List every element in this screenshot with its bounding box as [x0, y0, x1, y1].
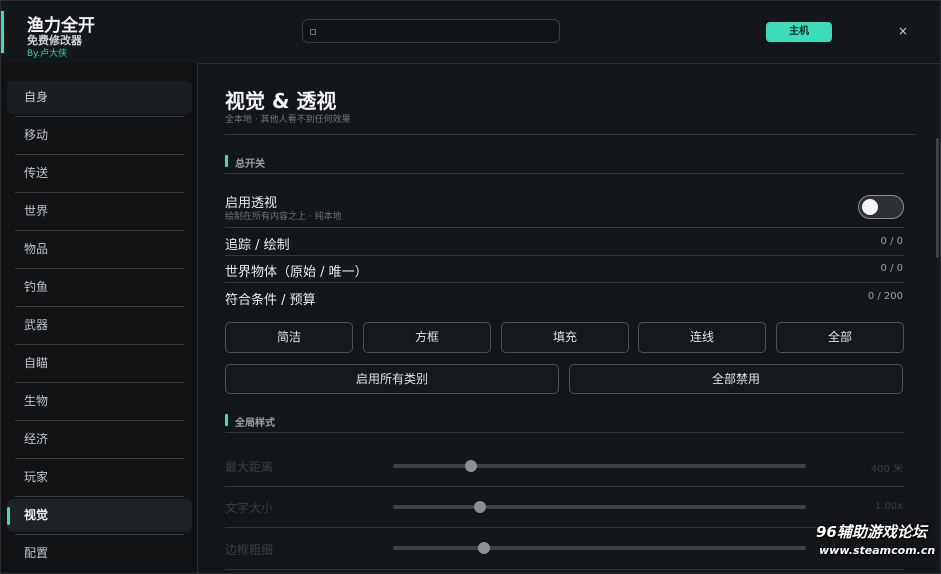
sidebar-item-items[interactable]: 物品: [7, 233, 192, 266]
preset-box-button[interactable]: 方框: [363, 322, 491, 353]
watermark-title: 96辅助游戏论坛: [816, 523, 927, 541]
section-divider: [225, 432, 904, 433]
stat-label: 世界物体（原始 / 唯一）: [225, 265, 368, 280]
sidebar-divider: [15, 458, 184, 459]
close-icon[interactable]: ×: [895, 22, 911, 40]
search-box[interactable]: [302, 19, 560, 43]
stat-value: 0 / 200: [867, 291, 903, 302]
slider-track[interactable]: [393, 542, 806, 554]
sidebar-divider: [15, 192, 184, 193]
esp-enable-hint: 绘制在所有内容之上 · 纯本地: [225, 212, 342, 222]
slider-label: 最大距离: [225, 460, 274, 474]
slider-thumb[interactable]: [477, 542, 490, 554]
esp-enable-toggle[interactable]: [858, 195, 904, 219]
stat-label: 追踪 / 绘制: [225, 238, 290, 253]
section-accent: [225, 414, 228, 426]
sidebar-item-world[interactable]: 世界: [7, 195, 192, 228]
sidebar-divider: [15, 344, 184, 345]
title-divider: [225, 134, 916, 135]
host-button[interactable]: 主机: [766, 22, 832, 42]
slider-thumb[interactable]: [465, 460, 478, 472]
preset-all-button[interactable]: 全部: [776, 322, 904, 353]
sidebar-item-label: 视觉: [24, 508, 49, 522]
sidebar-divider: [15, 420, 184, 421]
sidebar-divider: [15, 268, 184, 269]
search-input[interactable]: [319, 23, 559, 41]
section-title-master: 总开关: [235, 159, 265, 170]
sidebar-divider: [15, 116, 184, 117]
sidebar-divider: [15, 230, 184, 231]
page-title: 视觉 & 透视: [225, 89, 337, 113]
row-divider: [225, 527, 904, 528]
sidebar-item-fishing[interactable]: 钓鱼: [7, 271, 192, 304]
page-subtitle: 全本地 · 其他人看不到任何效果: [225, 115, 351, 125]
title-accent-bar: [1, 11, 4, 53]
enable-all-categories-button[interactable]: 启用所有类别: [225, 364, 559, 394]
title-bar: 渔力全开 免费修改器 By.卢大侠 主机 ×: [1, 1, 940, 64]
app-window: 渔力全开 免费修改器 By.卢大侠 主机 × 自身 移动 传送 世界 物品 钓鱼…: [0, 0, 941, 574]
sidebar-divider: [15, 306, 184, 307]
disable-all-button[interactable]: 全部禁用: [569, 364, 903, 394]
sidebar-item-config[interactable]: 配置: [7, 537, 192, 570]
row-divider: [225, 227, 904, 228]
search-icon: [310, 29, 316, 35]
sidebar-divider: [15, 154, 184, 155]
slider-track[interactable]: [393, 460, 806, 472]
sidebar-item-visuals[interactable]: 视觉: [7, 499, 192, 532]
active-indicator: [7, 507, 10, 525]
slider-thumb[interactable]: [473, 501, 486, 513]
sidebar-item-teleport[interactable]: 传送: [7, 157, 192, 190]
slider-value: 1.00x: [874, 501, 903, 512]
row-divider: [225, 282, 904, 283]
section-title-global-style: 全局样式: [235, 418, 275, 429]
sidebar-divider: [15, 382, 184, 383]
row-divider: [225, 569, 904, 570]
preset-lines-button[interactable]: 连线: [638, 322, 766, 353]
slider-track[interactable]: [393, 501, 806, 513]
sidebar-item-movement[interactable]: 移动: [7, 119, 192, 152]
row-divider: [225, 486, 904, 487]
sidebar-item-weapons[interactable]: 武器: [7, 309, 192, 342]
sidebar-item-economy[interactable]: 经济: [7, 423, 192, 456]
sidebar-item-creatures[interactable]: 生物: [7, 385, 192, 418]
preset-fill-button[interactable]: 填充: [501, 322, 629, 353]
sidebar-item-self[interactable]: 自身: [7, 81, 192, 114]
sidebar-item-players[interactable]: 玩家: [7, 461, 192, 494]
slider-label: 文字大小: [225, 501, 274, 515]
main-panel: 视觉 & 透视 全本地 · 其他人看不到任何效果 总开关 启用透视 绘制在所有内…: [199, 63, 940, 573]
row-divider: [225, 255, 904, 256]
stat-value: 0 / 0: [880, 236, 903, 247]
sidebar: 自身 移动 传送 世界 物品 钓鱼 武器 自瞄 生物 经济 玩家 视觉 配置: [1, 63, 198, 573]
preset-simple-button[interactable]: 简洁: [225, 322, 353, 353]
sidebar-item-aimbot[interactable]: 自瞄: [7, 347, 192, 380]
app-byline: By.卢大侠: [27, 49, 68, 59]
stat-label: 符合条件 / 预算: [225, 293, 316, 308]
slider-value: 400 米: [870, 464, 903, 475]
watermark-url: www.steamcom.cn: [819, 544, 936, 557]
stat-value: 0 / 0: [880, 263, 903, 274]
sidebar-divider: [15, 496, 184, 497]
section-divider: [225, 173, 904, 174]
sidebar-divider: [15, 534, 184, 535]
scrollbar[interactable]: [936, 138, 939, 258]
toggle-knob: [862, 199, 878, 215]
slider-label: 边框粗细: [225, 543, 274, 557]
section-accent: [225, 155, 228, 167]
